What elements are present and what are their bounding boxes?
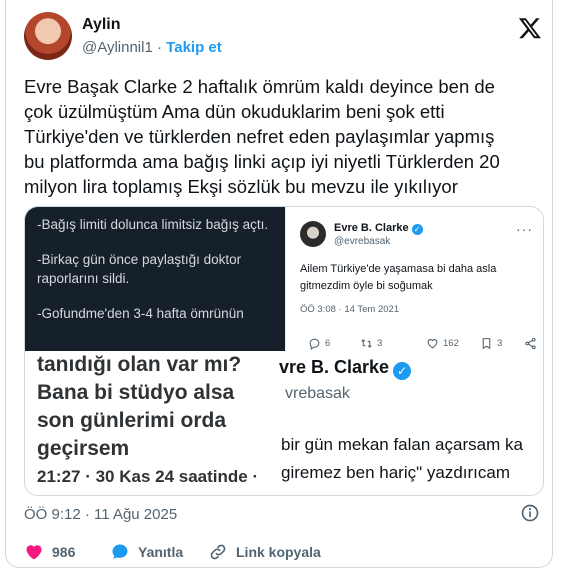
embed-avatar: [300, 221, 326, 247]
dark-panel-line: -Gofundme'den 3-4 hafta ömrünün: [37, 306, 244, 321]
author-handle[interactable]: @Aylinnil1: [82, 39, 153, 56]
crop-right-name-text: vre B. Clarke: [279, 357, 390, 377]
tweet-card: Aylin @Aylinnil1 · Takip et Evre Başak C…: [5, 0, 553, 568]
embed-retweet-count: 3: [377, 338, 383, 349]
crop-left-text: tanıdığı olan var mı? Bana bi stüdyo als…: [37, 351, 287, 491]
crop-left-line: son günlerimi orda: [37, 409, 227, 432]
embed-bookmark: 3: [480, 337, 502, 350]
reply-button[interactable]: Yanıtla: [110, 542, 183, 562]
dark-panel-line: -Bağış limiti dolunca limitsiz bağış açt…: [37, 217, 269, 232]
avatar[interactable]: [24, 12, 72, 60]
embed-reply: 6: [308, 337, 330, 350]
embed-share: [524, 337, 537, 350]
author-name[interactable]: Aylin: [82, 16, 121, 34]
heart-icon: [26, 545, 42, 560]
tweet-media[interactable]: -Bağış limiti dolunca limitsiz bağış açt…: [24, 206, 544, 496]
share-icon: [525, 337, 536, 350]
retweet-icon: [361, 339, 372, 348]
embed-name-text: Evre B. Clarke: [334, 222, 409, 234]
heart-icon: [427, 339, 438, 349]
embed-like-count: 162: [443, 338, 459, 349]
embed-text: Ailem Türkiye'de yaşamasa bi daha asla g…: [300, 263, 497, 292]
tweet-actions: 986 Yanıtla Link kopyala: [24, 542, 544, 566]
embed-reply-count: 6: [325, 338, 331, 349]
x-logo-icon[interactable]: [518, 16, 542, 40]
bookmark-icon: [482, 338, 491, 350]
verified-icon: ✓: [393, 362, 412, 380]
crop-right-line: bir gün mekan falan açarsam ka: [281, 435, 523, 454]
crop-right-name: vre B. Clarke ✓: [279, 357, 412, 380]
reply-icon: [309, 338, 320, 350]
like-count: 986: [52, 544, 76, 560]
crop-right-handle: vrebasak: [285, 385, 350, 402]
embed-retweet: 3: [360, 337, 382, 350]
embed-handle: @evrebasak: [334, 236, 391, 247]
more-icon: ···: [516, 221, 533, 237]
tweet-header: Aylin @Aylinnil1 · Takip et: [24, 12, 544, 62]
copy-link-label: Link kopyala: [236, 544, 321, 560]
crop-right-line: giremez ben hariç" yazdırıcam: [281, 463, 511, 482]
speech-bubble-icon: [112, 544, 128, 559]
reply-label: Yanıtla: [138, 544, 184, 560]
crop-left-line: Bana bi stüdyo alsa: [37, 381, 235, 404]
separator: ·: [157, 39, 162, 56]
embed-like: 162: [426, 337, 459, 350]
embed-bookmark-count: 3: [497, 338, 503, 349]
link-icon: [210, 544, 226, 560]
copy-link-button[interactable]: Link kopyala: [208, 542, 321, 562]
crop-left-line: geçirsem: [37, 437, 130, 460]
follow-button[interactable]: Takip et: [166, 39, 222, 56]
embedded-tweet: Evre B. Clarke ✓ @evrebasak ··· Ailem Tür…: [285, 207, 543, 351]
like-button[interactable]: 986: [24, 542, 75, 562]
author-handle-row: @Aylinnil1 · Takip et: [82, 39, 222, 56]
dark-panel-line: -Birkaç gün önce paylaştığı doktor rapor…: [37, 252, 242, 286]
verified-icon: ✓: [411, 224, 423, 235]
cropped-screenshot: tanıdığı olan var mı? Bana bi stüdyo als…: [25, 351, 543, 495]
embed-author-name: Evre B. Clarke ✓: [334, 222, 423, 235]
info-icon[interactable]: [520, 503, 540, 523]
dark-screenshot-panel: -Bağış limiti dolunca limitsiz bağış açt…: [25, 207, 285, 351]
crop-left-line: tanıdığı olan var mı?: [37, 353, 242, 376]
tweet-timestamp[interactable]: ÖÖ 9:12 · 11 Ağu 2025: [24, 506, 177, 523]
crop-left-timestamp: 21:27 · 30 Kas 24 saatinde ·: [37, 467, 259, 486]
embed-time: ÖÖ 3:08 · 14 Tem 2021: [300, 304, 400, 315]
tweet-text: Evre Başak Clarke 2 haftalık ömrüm kaldı…: [24, 76, 500, 197]
